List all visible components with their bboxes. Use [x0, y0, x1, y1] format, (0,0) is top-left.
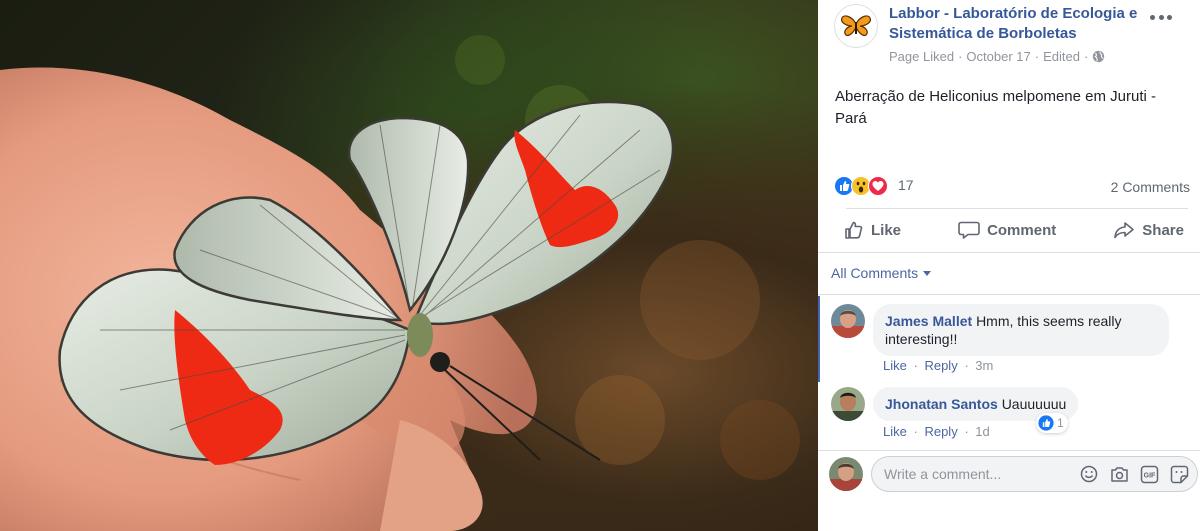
comment-label: Comment [987, 221, 1057, 239]
separator: · [913, 424, 918, 439]
like-button[interactable]: Like [834, 212, 911, 248]
divider [818, 450, 1200, 451]
user-photo-icon [829, 457, 863, 491]
comment-item: James Mallet Hmm, this seems really inte… [831, 304, 1191, 380]
comment-bubble: James Mallet Hmm, this seems really inte… [873, 304, 1169, 356]
comment-button[interactable]: Comment [948, 212, 1066, 248]
page-avatar[interactable] [834, 4, 878, 48]
camera-icon [1110, 466, 1128, 482]
more-dot-icon [1158, 14, 1164, 20]
comment-like-button[interactable]: Like [883, 358, 907, 373]
separator: · [964, 424, 969, 439]
comment-item: Jhonatan Santos Uauuuuuu 1 Like · Reply … [831, 387, 1191, 445]
more-dot-icon [1150, 14, 1155, 20]
page-liked-status[interactable]: Page Liked [889, 49, 954, 64]
user-photo-icon [831, 387, 865, 421]
separator: · [913, 358, 918, 373]
meta-separator: · [1083, 49, 1089, 64]
comments-filter-label: All Comments [831, 265, 919, 281]
emoji-icon [1080, 465, 1098, 483]
current-user-avatar[interactable] [829, 457, 863, 491]
post-text: Aberração de Heliconius melpomene em Jur… [835, 88, 1156, 127]
thumbs-up-icon [845, 221, 863, 239]
share-button[interactable]: Share [1103, 212, 1194, 248]
sticker-button[interactable] [1169, 464, 1189, 484]
reaction-count[interactable]: 17 [898, 177, 914, 193]
reaction-icons[interactable] [834, 175, 888, 197]
like-label: Like [871, 221, 902, 239]
avatar[interactable] [831, 387, 865, 421]
avatar[interactable] [831, 304, 865, 338]
comment-actions: Like · Reply · 1d [883, 424, 990, 439]
comment-actions: Like · Reply · 3m [883, 358, 993, 373]
page-name-link[interactable]: Labbor - Laboratório de Ecologia e Siste… [889, 4, 1159, 44]
meta-separator: · [958, 49, 963, 64]
comment-author-link[interactable]: Jhonatan Santos [885, 396, 998, 412]
post-date[interactable]: October 17 [966, 49, 1030, 64]
more-dot-icon [1167, 14, 1172, 20]
love-reaction-icon [868, 176, 888, 196]
share-arrow-icon [1114, 222, 1135, 239]
new-comment-highlight [818, 296, 820, 382]
gif-button[interactable]: GIF [1139, 464, 1159, 484]
post-actions: Like Comment Share [834, 212, 1194, 248]
post-sidebar: Labbor - Laboratório de Ecologia e Siste… [818, 0, 1200, 531]
comment-reaction-count: 1 [1057, 416, 1064, 430]
comment-like-button[interactable]: Like [883, 424, 907, 439]
sticker-icon [1170, 465, 1188, 483]
butterfly-photo [0, 35, 800, 531]
butterfly-logo-icon [841, 15, 871, 37]
post-meta: Page Liked · October 17 · Edited · [889, 49, 1105, 64]
divider [846, 208, 1188, 209]
comments-filter-dropdown[interactable]: All Comments [831, 265, 932, 281]
comment-timestamp[interactable]: 3m [975, 358, 993, 373]
comment-reply-button[interactable]: Reply [924, 424, 957, 439]
comment-composer: GIF [871, 456, 1198, 492]
comment-text: Uauuuuuu [1001, 396, 1067, 412]
comments-count-link[interactable]: 2 Comments [1111, 179, 1190, 195]
emoji-button[interactable] [1079, 464, 1099, 484]
divider [818, 294, 1200, 295]
divider [818, 252, 1200, 253]
comment-bubble-icon [958, 221, 980, 239]
meta-separator: · [1034, 49, 1040, 64]
caret-down-icon [923, 270, 932, 276]
more-options-button[interactable] [1150, 10, 1172, 24]
composer-tools: GIF [1069, 464, 1189, 484]
edited-label[interactable]: Edited [1043, 49, 1080, 64]
comment-timestamp[interactable]: 1d [975, 424, 989, 439]
user-photo-icon [831, 304, 865, 338]
globe-icon[interactable] [1092, 50, 1105, 63]
post-photo[interactable] [0, 0, 818, 531]
separator: · [964, 358, 969, 373]
like-reaction-icon [1038, 415, 1054, 431]
gif-icon: GIF [1140, 465, 1158, 483]
comment-author-link[interactable]: James Mallet [885, 313, 972, 329]
comment-reply-button[interactable]: Reply [924, 358, 957, 373]
comment-reaction-badge[interactable]: 1 [1036, 413, 1068, 433]
comment-input[interactable] [884, 457, 1064, 491]
reactions-bar: 17 2 Comments [834, 175, 1190, 197]
photo-button[interactable] [1109, 464, 1129, 484]
share-label: Share [1142, 221, 1184, 239]
post-header: Labbor - Laboratório de Ecologia e Siste… [834, 4, 1184, 64]
svg-text:GIF: GIF [1143, 472, 1155, 479]
